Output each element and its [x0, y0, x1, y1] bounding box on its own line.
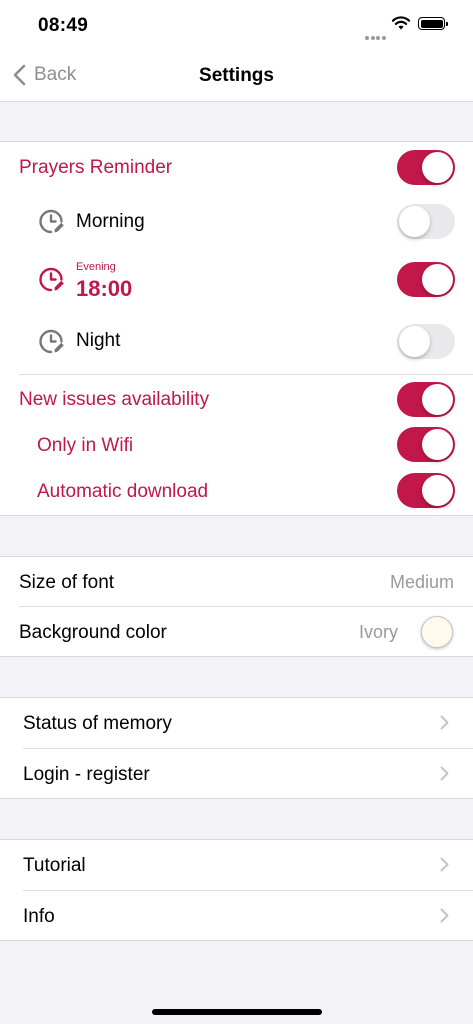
status-memory-row[interactable]: Status of memory — [0, 698, 473, 748]
status-time: 08:49 — [38, 15, 89, 36]
prayers-reminder-toggle[interactable] — [397, 150, 455, 185]
battery-icon — [418, 17, 448, 30]
display-section: Size of font Medium Background color Ivo… — [0, 556, 473, 657]
cellular-signal-icon — [365, 27, 387, 45]
new-issues-label: New issues availability — [19, 389, 210, 410]
night-row: Night — [0, 310, 473, 374]
font-size-value: Medium — [389, 572, 454, 592]
night-toggle[interactable] — [397, 324, 455, 359]
login-register-label: Login - register — [23, 764, 150, 785]
morning-label: Morning — [76, 211, 145, 232]
evening-toggle[interactable] — [397, 262, 455, 297]
morning-row: Morning — [0, 194, 473, 248]
chevron-right-icon — [440, 766, 449, 781]
background-color-swatch[interactable] — [421, 616, 453, 648]
background-color-value: Ivory — [359, 622, 399, 642]
chevron-right-icon — [440, 908, 449, 923]
new-issues-row: New issues availability — [0, 375, 473, 421]
only-wifi-toggle[interactable] — [397, 427, 455, 462]
background-color-row[interactable]: Background color Ivory — [0, 607, 473, 656]
evening-time: 18:00 — [76, 276, 133, 301]
notifications-section: Prayers Reminder Morning Evening 18:00 N… — [0, 141, 473, 516]
font-size-label: Size of font — [19, 572, 115, 593]
home-indicator[interactable] — [152, 1009, 322, 1015]
clock-edit-icon — [39, 329, 64, 354]
only-wifi-label: Only in Wifi — [37, 435, 134, 456]
font-size-row[interactable]: Size of font Medium — [0, 557, 473, 606]
navigation-bar: Back Settings — [0, 50, 473, 102]
wifi-icon — [391, 16, 411, 30]
page-title: Settings — [199, 65, 274, 86]
automatic-download-toggle[interactable] — [397, 473, 455, 508]
login-register-row[interactable]: Login - register — [0, 749, 473, 798]
tutorial-label: Tutorial — [23, 855, 86, 876]
only-wifi-row: Only in Wifi — [0, 421, 473, 467]
prayers-reminder-row: Prayers Reminder — [0, 142, 473, 194]
background-color-label: Background color — [19, 622, 167, 643]
evening-caption: Evening — [76, 261, 116, 273]
clock-edit-icon — [39, 267, 64, 292]
prayers-reminder-label: Prayers Reminder — [19, 157, 173, 178]
chevron-right-icon — [440, 715, 449, 730]
automatic-download-label: Automatic download — [37, 481, 209, 502]
evening-row: Evening 18:00 — [0, 248, 473, 310]
info-label: Info — [23, 906, 55, 927]
status-memory-label: Status of memory — [23, 713, 172, 734]
night-label: Night — [76, 330, 121, 351]
status-bar: 08:49 — [0, 0, 473, 50]
info-row[interactable]: Info — [0, 891, 473, 940]
chevron-right-icon — [440, 857, 449, 872]
clock-edit-icon — [39, 209, 64, 234]
tutorial-row[interactable]: Tutorial — [0, 840, 473, 890]
help-section: Tutorial Info — [0, 839, 473, 941]
morning-toggle[interactable] — [397, 204, 455, 239]
account-section: Status of memory Login - register — [0, 697, 473, 799]
automatic-download-row: Automatic download — [0, 467, 473, 513]
new-issues-toggle[interactable] — [397, 382, 455, 417]
